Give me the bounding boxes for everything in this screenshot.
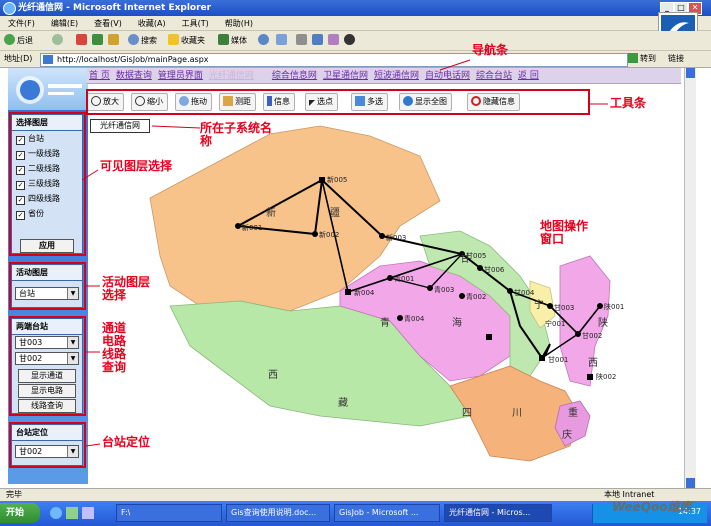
callout-locate: 台站定位 xyxy=(102,435,151,449)
task-folder[interactable]: F:\ xyxy=(116,504,222,522)
scroll-up-button[interactable] xyxy=(686,68,695,78)
callout-layers: 可见图层选择 xyxy=(100,159,173,173)
task-word-doc[interactable]: Gis查询使用说明.doc... xyxy=(226,504,330,522)
status-text: 完毕 xyxy=(6,490,22,499)
callout-active: 活动图层选择 xyxy=(102,275,151,302)
callout-map: 地图操作窗口 xyxy=(540,219,589,246)
task-gisjob[interactable]: GisJob - Microsoft ... xyxy=(334,504,440,522)
callout-query: 通道电路线路查询 xyxy=(102,321,127,374)
task-fiber-network[interactable]: 光纤通信网 - Micros... xyxy=(444,504,552,522)
callout-tools: 工具条 xyxy=(610,96,647,110)
ie-quicklaunch-icon[interactable] xyxy=(50,507,62,519)
page-scrollbar[interactable] xyxy=(684,68,696,488)
callout-nav: 导航条 xyxy=(472,43,509,57)
callout-subsystem: 所在子系统名称 xyxy=(200,121,273,148)
start-button[interactable]: 开始 xyxy=(0,503,40,523)
watermark: WeeQoo维库 xyxy=(612,500,692,514)
taskbar: 开始 F:\ Gis查询使用说明.doc... GisJob - Microso… xyxy=(0,501,711,526)
status-bar: 完毕 本地 Intranet xyxy=(0,488,711,501)
desktop-quicklaunch-icon[interactable] xyxy=(66,507,78,519)
scroll-down-button[interactable] xyxy=(686,478,695,488)
media-quicklaunch-icon[interactable] xyxy=(82,507,94,519)
